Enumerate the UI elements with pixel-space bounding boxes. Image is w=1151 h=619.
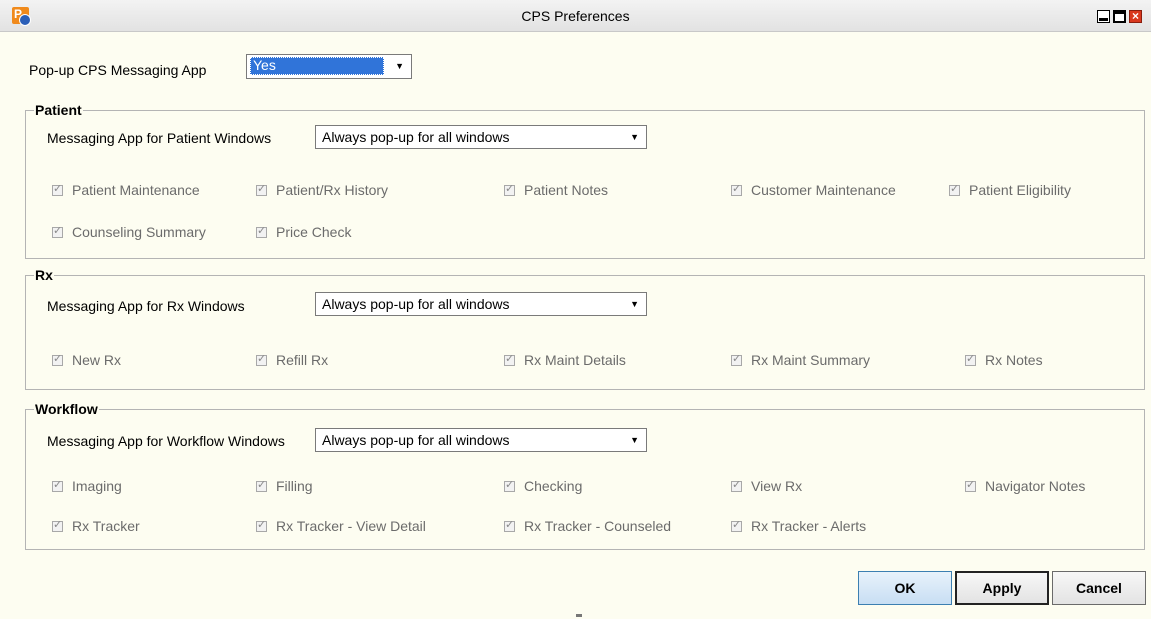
maximize-icon[interactable] xyxy=(1113,10,1126,23)
checkbox-label: Rx Maint Details xyxy=(524,352,626,368)
popup-select-value: Yes xyxy=(250,57,384,75)
checkbox-rx-maint-summary[interactable]: Rx Maint Summary xyxy=(731,352,870,368)
chevron-down-icon: ▼ xyxy=(395,61,404,71)
checkbox-view-rx[interactable]: View Rx xyxy=(731,478,802,494)
checkbox-imaging[interactable]: Imaging xyxy=(52,478,122,494)
checkbox-icon xyxy=(256,224,267,238)
close-icon[interactable]: × xyxy=(1129,10,1142,23)
checkbox-label: Refill Rx xyxy=(276,352,329,368)
checkbox-icon xyxy=(504,478,515,492)
checkbox-refill-rx[interactable]: Refill Rx xyxy=(256,352,328,368)
cancel-button[interactable]: Cancel xyxy=(1052,571,1146,605)
checkbox-icon xyxy=(52,352,63,366)
resize-grip[interactable] xyxy=(576,614,582,617)
checkbox-price-check[interactable]: Price Check xyxy=(256,224,351,240)
checkbox-label: Navigator Notes xyxy=(985,478,1086,494)
checkbox-navigator-notes[interactable]: Navigator Notes xyxy=(965,478,1085,494)
checkbox-rx-tracker-counseled[interactable]: Rx Tracker - Counseled xyxy=(504,518,671,534)
checkbox-icon xyxy=(965,352,976,366)
checkbox-label: Rx Tracker - View Detail xyxy=(276,518,426,534)
checkbox-icon xyxy=(731,518,742,532)
checkbox-label: Customer Maintenance xyxy=(751,182,896,198)
checkbox-label: Patient Notes xyxy=(524,182,609,198)
rx-group: Rx xyxy=(25,267,1145,390)
rx-messaging-value: Always pop-up for all windows xyxy=(322,296,510,312)
checkbox-patient-rx-history[interactable]: Patient/Rx History xyxy=(256,182,388,198)
chevron-down-icon: ▼ xyxy=(630,299,639,309)
checkbox-rx-tracker[interactable]: Rx Tracker xyxy=(52,518,140,534)
checkbox-icon xyxy=(256,352,267,366)
minimize-icon[interactable] xyxy=(1097,10,1110,23)
checkbox-rx-notes[interactable]: Rx Notes xyxy=(965,352,1043,368)
checkbox-patient-notes[interactable]: Patient Notes xyxy=(504,182,608,198)
checkbox-label: Price Check xyxy=(276,224,352,240)
checkbox-icon xyxy=(256,478,267,492)
checkbox-icon xyxy=(504,352,515,366)
apply-button[interactable]: Apply xyxy=(955,571,1049,605)
chevron-down-icon: ▼ xyxy=(630,435,639,445)
checkbox-filling[interactable]: Filling xyxy=(256,478,313,494)
checkbox-icon xyxy=(256,518,267,532)
checkbox-customer-maintenance[interactable]: Customer Maintenance xyxy=(731,182,896,198)
checkbox-icon xyxy=(504,518,515,532)
checkbox-checking[interactable]: Checking xyxy=(504,478,582,494)
workflow-messaging-value: Always pop-up for all windows xyxy=(322,432,510,448)
checkbox-icon xyxy=(256,182,267,196)
checkbox-patient-maintenance[interactable]: Patient Maintenance xyxy=(52,182,200,198)
checkbox-patient-eligibility[interactable]: Patient Eligibility xyxy=(949,182,1071,198)
checkbox-label: Patient Eligibility xyxy=(969,182,1071,198)
patient-messaging-value: Always pop-up for all windows xyxy=(322,129,510,145)
checkbox-label: Counseling Summary xyxy=(72,224,206,240)
checkbox-icon xyxy=(52,518,63,532)
rx-legend: Rx xyxy=(35,267,53,283)
checkbox-icon xyxy=(52,224,63,238)
checkbox-icon xyxy=(731,182,742,196)
checkbox-new-rx[interactable]: New Rx xyxy=(52,352,121,368)
checkbox-label: Rx Maint Summary xyxy=(751,352,871,368)
checkbox-icon xyxy=(949,182,960,196)
patient-legend: Patient xyxy=(35,102,82,118)
rx-messaging-select[interactable]: Always pop-up for all windows ▼ xyxy=(315,292,647,316)
ok-button[interactable]: OK xyxy=(858,571,952,605)
checkbox-rx-tracker-view-detail[interactable]: Rx Tracker - View Detail xyxy=(256,518,426,534)
checkbox-icon xyxy=(731,478,742,492)
checkbox-icon xyxy=(504,182,515,196)
checkbox-label: Rx Tracker - Alerts xyxy=(751,518,867,534)
popup-select[interactable]: Yes ▼ xyxy=(246,54,412,79)
checkbox-label: Filling xyxy=(276,478,313,494)
checkbox-icon xyxy=(731,352,742,366)
checkbox-icon xyxy=(52,478,63,492)
window-title: CPS Preferences xyxy=(521,8,630,24)
workflow-legend: Workflow xyxy=(35,401,98,417)
checkbox-counseling-summary[interactable]: Counseling Summary xyxy=(52,224,206,240)
checkbox-icon xyxy=(965,478,976,492)
checkbox-label: Rx Tracker - Counseled xyxy=(524,518,672,534)
checkbox-label: Checking xyxy=(524,478,583,494)
rx-messaging-label: Messaging App for Rx Windows xyxy=(47,298,245,314)
checkbox-icon xyxy=(52,182,63,196)
checkbox-label: Imaging xyxy=(72,478,122,494)
checkbox-label: Rx Tracker xyxy=(72,518,140,534)
checkbox-label: View Rx xyxy=(751,478,803,494)
chevron-down-icon: ▼ xyxy=(630,132,639,142)
patient-messaging-select[interactable]: Always pop-up for all windows ▼ xyxy=(315,125,647,149)
title-bar: P CPS Preferences × xyxy=(0,0,1151,32)
popup-label: Pop-up CPS Messaging App xyxy=(29,62,207,78)
checkbox-label: Patient/Rx History xyxy=(276,182,389,198)
workflow-messaging-label: Messaging App for Workflow Windows xyxy=(47,433,285,449)
checkbox-label: Rx Notes xyxy=(985,352,1043,368)
checkbox-label: Patient Maintenance xyxy=(72,182,200,198)
workflow-messaging-select[interactable]: Always pop-up for all windows ▼ xyxy=(315,428,647,452)
checkbox-rx-tracker-alerts[interactable]: Rx Tracker - Alerts xyxy=(731,518,866,534)
checkbox-rx-maint-details[interactable]: Rx Maint Details xyxy=(504,352,626,368)
patient-messaging-label: Messaging App for Patient Windows xyxy=(47,130,272,146)
checkbox-label: New Rx xyxy=(72,352,122,368)
